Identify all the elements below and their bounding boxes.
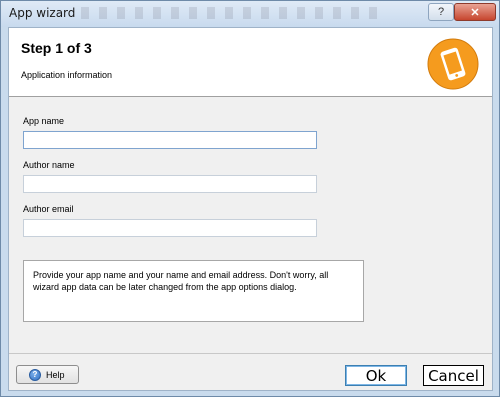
- window-title: App wizard: [9, 6, 76, 20]
- cancel-button[interactable]: Cancel: [423, 365, 484, 386]
- help-icon: ?: [29, 368, 41, 381]
- help-button[interactable]: ? Help: [16, 365, 79, 384]
- help-button-label: Help: [46, 369, 65, 380]
- info-message: Provide your app name and your name and …: [23, 260, 364, 322]
- wizard-client-area: Step 1 of 3 Application information App …: [8, 27, 493, 391]
- author-email-label: Author email: [23, 204, 74, 214]
- app-name-input[interactable]: [23, 131, 317, 149]
- wizard-header: Step 1 of 3 Application information: [9, 28, 492, 97]
- author-email-input[interactable]: [23, 219, 317, 237]
- step-title: Step 1 of 3: [21, 40, 92, 56]
- phone-icon: [427, 38, 479, 90]
- titlebar-close-button[interactable]: ✕: [454, 3, 496, 21]
- app-wizard-window: App wizard ? ✕ Step 1 of 3 Application i…: [0, 0, 500, 397]
- author-name-label: Author name: [23, 160, 75, 170]
- title-bar-background-glyphs: [81, 7, 381, 19]
- titlebar-help-button[interactable]: ?: [428, 3, 454, 21]
- author-name-input[interactable]: [23, 175, 317, 193]
- title-bar[interactable]: App wizard ? ✕: [1, 1, 499, 27]
- app-name-label: App name: [23, 116, 65, 126]
- ok-button[interactable]: Ok: [345, 365, 407, 386]
- footer-divider: [9, 353, 492, 354]
- step-subtitle: Application information: [21, 70, 113, 80]
